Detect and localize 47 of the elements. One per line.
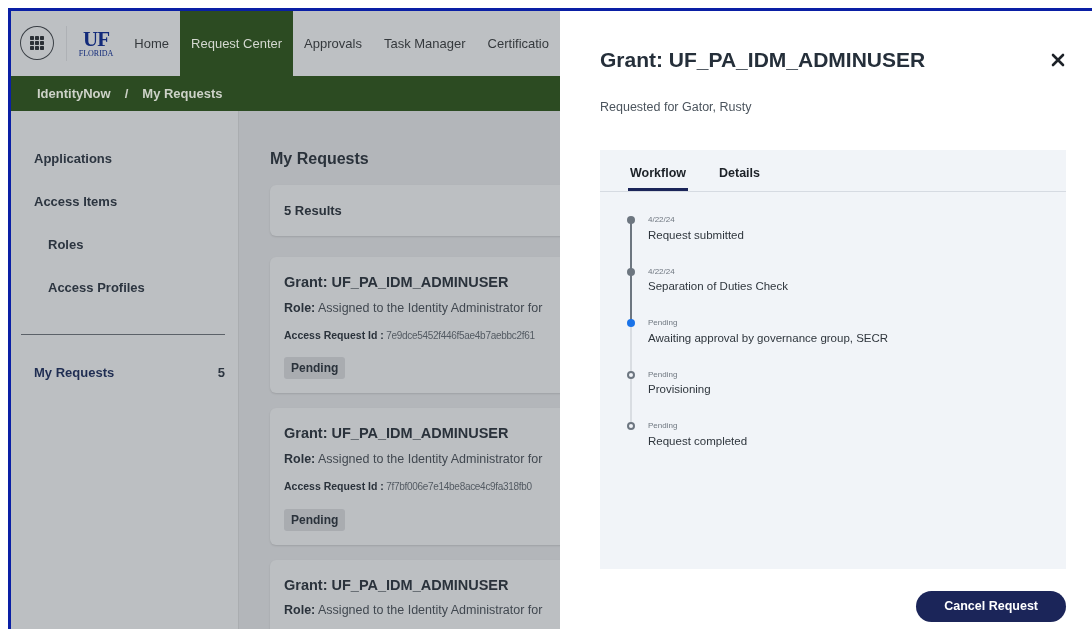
grid-icon (29, 36, 44, 50)
request-id: Access Request Id : 7f7bf006e7e14be8ace4c9fa318fb0 (284, 478, 533, 494)
results-count: 5 Results (284, 201, 342, 220)
request-title: Grant: UF_PA_IDM_ADMINUSER (284, 575, 510, 595)
breadcrumb-separator: / (124, 84, 129, 103)
logo-subtext: FLORIDA (78, 50, 114, 58)
request-id: Access Request Id : 7e9dce5452f446f5ae4b7aebbc2f61 (284, 327, 536, 343)
nav-tab[interactable]: Task Manager (372, 11, 477, 76)
nav-tab[interactable]: Home (123, 11, 181, 76)
sidebar-item[interactable]: My Requests (34, 363, 115, 383)
role-description: Role: Assigned to the Identity Administrator for (284, 451, 544, 468)
step-label: Request completed (648, 433, 748, 449)
step-label: Separation of Duties Check (648, 279, 788, 295)
step-date: 4/22/24 (648, 266, 676, 277)
breadcrumb-link[interactable]: My Requests (142, 83, 223, 104)
sidebar-item[interactable]: Access Items (21, 192, 225, 235)
sidebar-subitem[interactable]: Access Profiles (21, 278, 225, 321)
step-date: Pending (648, 369, 679, 380)
step-label: Provisioning (648, 382, 711, 398)
logo-text[interactable]: UF (83, 29, 109, 50)
sidebar-item[interactable]: Applications (21, 149, 225, 192)
drawer-subtitle: Requested for Gator, Rusty (600, 98, 753, 116)
tab[interactable]: Workflow (628, 163, 689, 192)
nav-tab[interactable]: Request Center (180, 11, 294, 76)
page-title: My Requests (270, 149, 370, 169)
step-label: Request submitted (648, 227, 744, 243)
role-description: Role: Assigned to the Identity Administrator for (284, 602, 544, 620)
request-title: Grant: UF_PA_IDM_ADMINUSER (284, 273, 510, 292)
step-date: Pending (648, 318, 679, 328)
request-title: Grant: UF_PA_IDM_ADMINUSER (284, 424, 510, 444)
tab[interactable]: Details (717, 163, 763, 192)
nav-tab[interactable]: Certificatio (476, 11, 560, 76)
request-card[interactable]: Grant: UF_PA_IDM_ADMINUSER Role: Assigned to the Identity Administrator for Access Request Id : 7f7bf006e7e14be8ace4c9fa318fb0 Pending (270, 408, 560, 545)
sidebar-subitem[interactable]: Roles (21, 235, 225, 278)
nav-tab[interactable]: Approvals (293, 11, 373, 76)
request-card[interactable]: Grant: UF_PA_IDM_ADMINUSER Role: Assigned to the Identity Administrator for Access Request Id : 7e9dce5452f446f5ae4b7aebbc2f61 Pending (270, 257, 560, 394)
item-count: 5 (217, 364, 225, 382)
request-card[interactable]: Grant: UF_PA_IDM_ADMINUSER Role: Assigned to the Identity Administrator for (270, 559, 560, 629)
step-date: 4/22/24 (648, 215, 676, 225)
status-tag: Pending (284, 508, 346, 531)
breadcrumb-link[interactable]: IdentityNow (37, 83, 111, 104)
step-label: Awaiting approval by governance group, SECR (648, 330, 889, 346)
status-tag: Pending (284, 357, 346, 380)
drawer-title: Grant: UF_PA_IDM_ADMINUSER (600, 47, 926, 73)
role-description: Role: Assigned to the Identity Administrator for (284, 299, 544, 317)
cancel-request-button[interactable]: Cancel Request (916, 591, 1066, 623)
step-date: Pending (648, 421, 679, 431)
